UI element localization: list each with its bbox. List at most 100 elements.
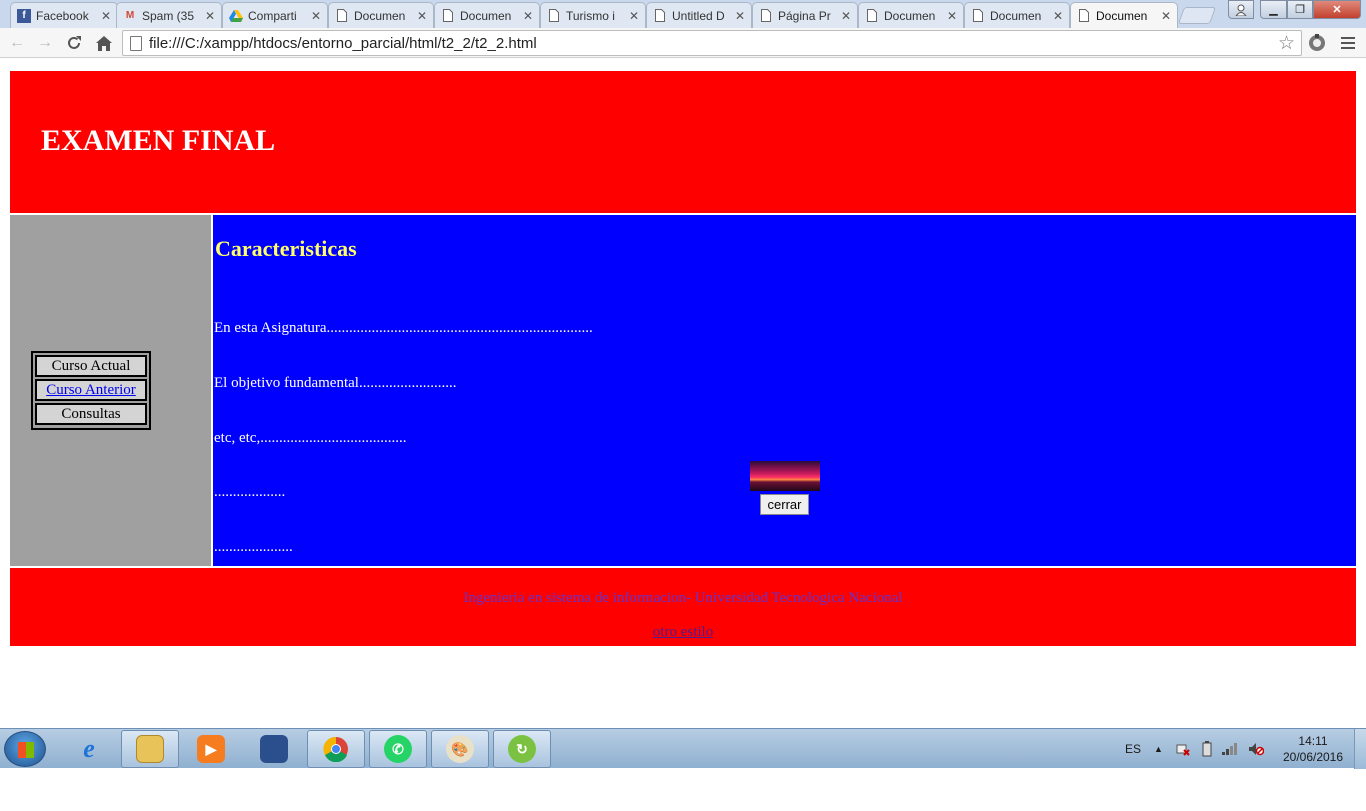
language-indicator[interactable]: ES <box>1125 729 1141 769</box>
cerrar-button[interactable]: cerrar <box>760 494 809 515</box>
content-line: .. <box>214 702 222 719</box>
menu-icon[interactable] <box>1337 32 1359 54</box>
content-line: ................... <box>214 484 286 501</box>
page-header: EXAMEN FINAL <box>10 71 1356 213</box>
clock-time: 14:11 <box>1298 734 1328 748</box>
whatsapp-icon: ✆ <box>384 735 412 763</box>
tab-label: Documen <box>884 8 936 23</box>
paint-icon: 🎨 <box>446 735 474 763</box>
page-footer: Ingenieria en sistema de informacion- Un… <box>10 568 1356 646</box>
page-icon <box>130 36 142 51</box>
battery-icon[interactable] <box>1202 729 1212 769</box>
document-icon <box>547 9 561 23</box>
home-icon[interactable] <box>93 32 115 54</box>
network-icon[interactable] <box>1176 729 1190 769</box>
sunset-image <box>750 461 820 491</box>
briefcase-icon <box>260 735 288 763</box>
close-icon[interactable]: ✕ <box>205 9 215 23</box>
tab-document-active[interactable]: Documen ✕ <box>1070 2 1178 28</box>
address-bar[interactable]: ☆ <box>122 30 1302 56</box>
close-icon[interactable]: ✕ <box>1053 9 1063 23</box>
document-icon <box>759 9 773 23</box>
tab-label: Página Pr <box>778 8 831 23</box>
minimize-button[interactable]: ▁ <box>1260 0 1287 19</box>
taskbar-paint[interactable]: 🎨 <box>431 730 489 768</box>
close-icon[interactable]: ✕ <box>841 9 851 23</box>
taskbar-chrome[interactable] <box>307 730 365 768</box>
curso-anterior-link[interactable]: Curso Anterior <box>46 382 136 398</box>
close-icon[interactable]: ✕ <box>101 9 111 23</box>
menu-item-curso-anterior[interactable]: Curso Anterior <box>35 379 147 401</box>
close-icon[interactable]: ✕ <box>417 9 427 23</box>
clock-date: 20/06/2016 <box>1282 750 1344 764</box>
show-hidden-icons[interactable]: ▲ <box>1154 729 1163 769</box>
show-desktop-button[interactable] <box>1354 729 1366 769</box>
tab-label: Comparti <box>248 8 297 23</box>
browser-toolbar: ← → ☆ <box>0 28 1366 58</box>
tab-untitled[interactable]: Untitled D ✕ <box>646 2 752 28</box>
tab-document-2[interactable]: Documen ✕ <box>434 2 540 28</box>
menu-item-curso-actual[interactable]: Curso Actual <box>35 355 147 377</box>
url-input[interactable] <box>149 34 1269 53</box>
tab-label: Spam (35 <box>142 8 195 23</box>
gmail-icon: M <box>125 10 135 21</box>
reload-icon[interactable] <box>63 32 85 54</box>
folder-icon <box>136 735 164 763</box>
menu-item-consultas[interactable]: Consultas <box>35 403 147 425</box>
document-icon <box>653 9 667 23</box>
close-icon[interactable]: ✕ <box>1161 9 1171 23</box>
taskbar-media-player[interactable]: ▶ <box>182 730 240 768</box>
media-player-icon: ▶ <box>197 735 225 763</box>
close-icon[interactable]: ✕ <box>947 9 957 23</box>
close-icon[interactable]: ✕ <box>523 9 533 23</box>
close-icon[interactable]: ✕ <box>735 9 745 23</box>
tab-drive[interactable]: Comparti ✕ <box>222 2 328 28</box>
internet-explorer-icon: e <box>83 734 95 763</box>
footer-link-container: otro estilo <box>10 624 1356 641</box>
sidebar: Curso Actual Curso Anterior Consultas <box>10 215 211 566</box>
tab-pagina[interactable]: Página Pr ✕ <box>752 2 858 28</box>
tab-document-1[interactable]: Documen ✕ <box>328 2 434 28</box>
tab-facebook[interactable]: f Facebook ✕ <box>10 2 118 28</box>
document-icon <box>335 9 349 23</box>
page-title: EXAMEN FINAL <box>41 124 276 157</box>
tab-document-3[interactable]: Documen ✕ <box>858 2 964 28</box>
tab-turismo[interactable]: Turismo i ✕ <box>540 2 646 28</box>
chrome-icon <box>322 735 350 763</box>
content-line: En esta Asignatura......................… <box>214 320 593 337</box>
tab-label: Untitled D <box>672 8 725 23</box>
taskbar-app[interactable]: ↻ <box>493 730 551 768</box>
restore-button[interactable]: ❐ <box>1287 0 1313 19</box>
taskbar-internet-explorer[interactable]: e <box>60 730 118 768</box>
windows-logo-icon <box>18 742 34 758</box>
user-icon[interactable] <box>1228 0 1254 19</box>
back-icon[interactable]: ← <box>6 32 28 54</box>
new-tab-button[interactable] <box>1177 7 1217 24</box>
bookmark-star-icon[interactable]: ☆ <box>1278 32 1295 55</box>
taskbar-briefcase[interactable] <box>245 730 303 768</box>
extension-icon[interactable] <box>1306 32 1328 54</box>
taskbar-file-explorer[interactable] <box>121 730 179 768</box>
volume-muted-icon[interactable] <box>1248 729 1264 769</box>
content-title: Caracteristicas <box>215 236 357 261</box>
signal-icon[interactable] <box>1222 729 1238 769</box>
start-button[interactable] <box>4 731 46 767</box>
forward-icon[interactable]: → <box>34 32 56 54</box>
content-line: El objetivo fundamental.................… <box>214 375 457 392</box>
tab-label: Documen <box>990 8 1042 23</box>
tab-gmail[interactable]: M Spam (35 ✕ <box>116 2 222 28</box>
taskbar-whatsapp[interactable]: ✆ <box>369 730 427 768</box>
content-line: ... <box>214 648 226 665</box>
close-window-button[interactable]: ✕ <box>1313 0 1361 19</box>
document-icon <box>441 9 455 23</box>
system-clock[interactable]: 14:11 20/06/2016 <box>1278 733 1348 765</box>
tab-label: Facebook <box>36 8 89 23</box>
taskbar: e ▶ ✆ 🎨 ↻ ES ▲ 14:11 20/06/2016 <box>0 728 1366 769</box>
close-icon[interactable]: ✕ <box>629 9 639 23</box>
content-line: etc, etc,...............................… <box>214 429 407 446</box>
tab-document-4[interactable]: Documen ✕ <box>964 2 1070 28</box>
otro-estilo-link[interactable]: otro estilo <box>653 624 713 640</box>
close-icon[interactable]: ✕ <box>311 9 321 23</box>
browser-tab-strip: f Facebook ✕ M Spam (35 ✕ Comparti ✕ Doc… <box>0 0 1366 28</box>
drive-icon <box>229 9 243 23</box>
